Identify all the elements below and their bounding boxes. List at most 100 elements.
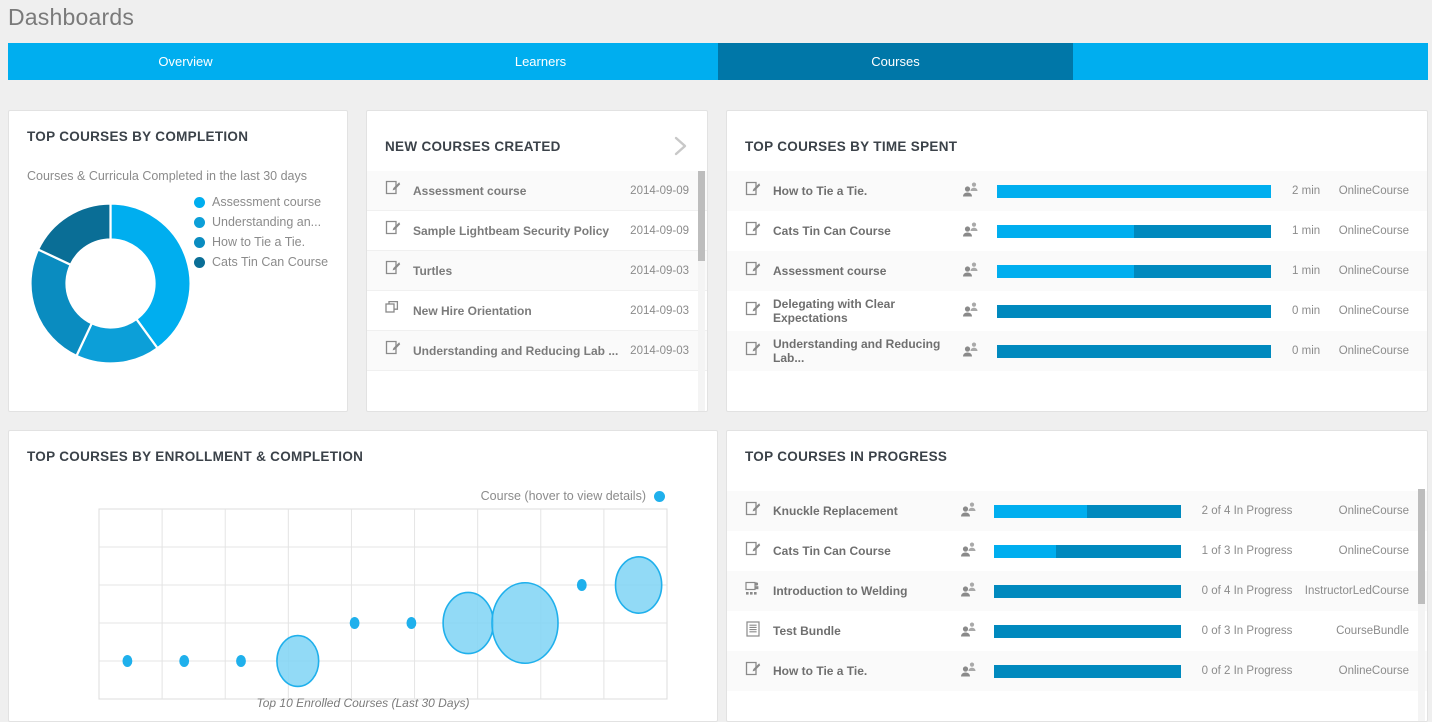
people-icon [960, 621, 981, 642]
new-course-name: Sample Lightbeam Security Policy [413, 223, 610, 238]
progress-value: 0 of 2 In Progress [1201, 665, 1293, 677]
new-course-list-item[interactable]: New Hire Orientation 2014-09-03 [367, 291, 707, 331]
course-name: Delegating with Clear Expectations [773, 297, 896, 325]
progress-value: 0 of 4 In Progress [1201, 585, 1293, 597]
online-course-icon [385, 340, 401, 361]
card-top-courses-by-completion: TOP COURSES BY COMPLETION Courses & Curr… [8, 110, 348, 412]
progress-bar-remaining [1087, 504, 1181, 518]
progress-value: 0 min [1292, 345, 1321, 357]
progress-bar-remaining [1055, 544, 1181, 558]
course-progress-row[interactable]: How to Tie a Tie. 2 min OnlineCourse [727, 171, 1427, 211]
progress-bar-filled [996, 224, 1134, 238]
people-icon [962, 301, 983, 322]
new-courses-list: Assessment course 2014-09-09 Sample Lightb… [367, 171, 707, 371]
progress-value: 2 of 4 In Progress [1201, 505, 1293, 517]
legend-item[interactable]: How to Tie a Tie. [194, 235, 328, 249]
course-progress-row[interactable]: How to Tie a Tie. 0 of 2 In Progress Onlin… [727, 651, 1427, 691]
legend-color-dot [194, 216, 205, 228]
people-icon [960, 501, 981, 522]
course-name: Cats Tin Can Course [773, 544, 891, 558]
course-progress-row[interactable]: Knuckle Replacement 2 of 4 In Progress Onl… [727, 491, 1427, 531]
new-course-name: Understanding and Reducing Lab ... [413, 343, 619, 358]
bubble-point [349, 617, 360, 629]
progress-value: 1 min [1292, 225, 1321, 237]
new-course-date: 2014-09-09 [630, 224, 689, 237]
online-course-icon [745, 341, 761, 362]
enrollment-plot[interactable] [9, 501, 717, 711]
course-name: Cats Tin Can Course [773, 224, 891, 238]
course-progress-row[interactable]: Cats Tin Can Course 1 min OnlineCourse [727, 211, 1427, 251]
tab-overview[interactable]: Overview [8, 43, 363, 80]
people-icon [962, 261, 983, 282]
progress-value: 0 min [1292, 305, 1321, 317]
new-course-name: New Hire Orientation [413, 303, 532, 318]
in-progress-title: TOP COURSES IN PROGRESS [745, 449, 948, 464]
new-course-date: 2014-09-03 [630, 304, 689, 317]
progress-value: 1 of 3 In Progress [1201, 545, 1293, 557]
course-bundle-stack-icon [745, 620, 761, 642]
progress-bar [994, 584, 1181, 598]
legend-item[interactable]: Understanding an... [194, 215, 328, 229]
progress-bar-remaining [996, 304, 1271, 318]
progress-bar [994, 664, 1181, 678]
new-course-list-item[interactable]: Turtles 2014-09-03 [367, 251, 707, 291]
course-progress-row[interactable]: Delegating with Clear Expectations 0 min O… [727, 291, 1427, 331]
card-top-courses-in-progress: TOP COURSES IN PROGRESS Knuckle Replacem… [726, 430, 1428, 722]
card-top-courses-by-time-spent: TOP COURSES BY TIME SPENT How to Tie a T… [726, 110, 1428, 412]
legend-color-dot [194, 256, 205, 268]
progress-bar-filled [994, 504, 1088, 518]
completion-subtitle: Courses & Curricula Completed in the las… [27, 169, 307, 183]
course-name: How to Tie a Tie. [773, 664, 868, 678]
new-courses-scrollbar[interactable] [698, 171, 705, 261]
new-course-list-item[interactable]: Assessment course 2014-09-09 [367, 171, 707, 211]
progress-bar [996, 264, 1271, 278]
new-course-list-item[interactable]: Sample Lightbeam Security Policy 2014-09-… [367, 211, 707, 251]
course-bundle-icon [385, 300, 401, 321]
course-type: OnlineCourse [1338, 665, 1409, 677]
online-course-icon [745, 221, 761, 242]
progress-value: 1 min [1292, 265, 1321, 277]
tabbar-filler [1073, 43, 1428, 80]
legend-item[interactable]: Assessment course [194, 195, 328, 209]
course-type: CourseBundle [1336, 625, 1409, 637]
course-type: OnlineCourse [1338, 545, 1409, 557]
course-name: Understanding and Reducing Lab... [773, 337, 941, 365]
people-icon [960, 661, 981, 682]
progress-bar-filled [996, 184, 1271, 198]
in-progress-scrollbar[interactable] [1418, 489, 1425, 604]
new-course-list-item[interactable]: Understanding and Reducing Lab ... 2014-0… [367, 331, 707, 371]
course-progress-row[interactable]: Understanding and Reducing Lab... 0 min On… [727, 331, 1427, 371]
bubble-point [491, 581, 559, 665]
progress-bar-filled [996, 264, 1134, 278]
online-course-icon [745, 501, 761, 522]
legend-item-label: Cats Tin Can Course [212, 255, 329, 269]
tab-courses[interactable]: Courses [718, 43, 1073, 80]
online-course-icon [745, 541, 761, 562]
course-type: OnlineCourse [1338, 305, 1410, 317]
bubble-point [122, 655, 133, 667]
course-progress-row[interactable]: Introduction to Welding 0 of 4 In Progres… [727, 571, 1427, 611]
completion-legend: Assessment course Understanding an... How … [194, 195, 328, 269]
people-icon [960, 581, 981, 602]
progress-bar-remaining [996, 344, 1271, 358]
bubble-point [576, 579, 587, 591]
people-icon [962, 341, 983, 362]
chevron-right-icon[interactable] [673, 135, 689, 157]
legend-color-dot [194, 196, 205, 208]
time-spent-list: How to Tie a Tie. 2 min OnlineCourse Cats T… [727, 171, 1427, 371]
new-courses-title: NEW COURSES CREATED [385, 139, 561, 154]
legend-item-label: How to Tie a Tie. [212, 235, 306, 249]
tab-learners[interactable]: Learners [363, 43, 718, 80]
progress-bar [994, 544, 1181, 558]
course-type: OnlineCourse [1338, 225, 1410, 237]
dashboard-tabbar: Overview Learners Courses [8, 43, 1428, 80]
time-spent-title: TOP COURSES BY TIME SPENT [745, 139, 958, 154]
tab-overview-label: Overview [158, 54, 213, 69]
course-progress-row[interactable]: Assessment course 1 min OnlineCourse [727, 251, 1427, 291]
legend-item[interactable]: Cats Tin Can Course [194, 255, 328, 269]
course-progress-row[interactable]: Test Bundle 0 of 3 In Progress CourseBundl… [727, 611, 1427, 651]
tab-courses-label: Courses [871, 54, 920, 69]
course-progress-row[interactable]: Cats Tin Can Course 1 of 3 In Progress Onl… [727, 531, 1427, 571]
bubble-point [236, 655, 246, 667]
bubble-point [614, 556, 663, 614]
